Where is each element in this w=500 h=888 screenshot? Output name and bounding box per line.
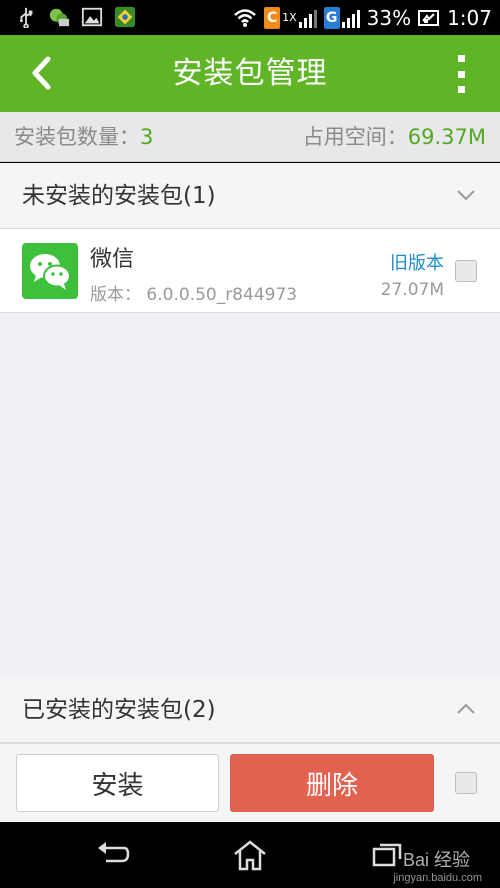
status-bar: C 1X G 33% 1:07	[0, 0, 500, 35]
carrier-c-icon: C	[264, 6, 281, 29]
app-notification-icon	[114, 6, 136, 28]
package-version: 版本： 6.0.0.50_r844973	[90, 285, 298, 305]
wechat-app-icon	[22, 243, 78, 299]
system-nav-bar: Bai 经验 jingyan.baidu.com	[0, 822, 500, 888]
storage-used-value: 69.37M	[407, 125, 486, 149]
select-all-checkbox[interactable]	[455, 772, 477, 794]
signal-icon-2	[341, 9, 360, 28]
empty-list-area	[0, 313, 500, 677]
install-button[interactable]: 安装	[16, 754, 219, 812]
section-uninstalled-title: 未安装的安装包(1)	[22, 183, 216, 209]
battery-percent: 33%	[366, 5, 412, 30]
battery-icon	[418, 9, 440, 26]
package-count-value: 3	[140, 125, 154, 149]
summary-bar: 安装包数量：3 占用空间：69.37M	[0, 112, 500, 162]
recents-nav-icon	[372, 843, 402, 867]
storage-used: 占用空间：69.37M	[303, 112, 486, 162]
package-count-label: 安装包数量：	[14, 125, 140, 149]
signal-icon	[298, 9, 317, 28]
clock: 1:07	[447, 5, 492, 30]
section-installed[interactable]: 已安装的安装包(2)	[0, 677, 500, 743]
app-header: 安装包管理	[0, 35, 500, 112]
old-version-tag: 旧版本	[390, 253, 444, 274]
action-bar: 安装 删除	[0, 743, 500, 822]
baidu-watermark: Bai 经验	[402, 850, 470, 870]
nav-back-button[interactable]	[87, 834, 137, 876]
more-vertical-icon	[457, 55, 465, 62]
back-button[interactable]	[20, 49, 64, 97]
package-size: 27.07M	[380, 280, 444, 300]
list-item[interactable]: 微信 版本： 6.0.0.50_r844973 旧版本 27.07M	[0, 229, 500, 313]
more-menu-button[interactable]	[444, 53, 478, 95]
chevron-down-icon	[457, 190, 475, 201]
package-name: 微信	[90, 247, 135, 272]
storage-used-label: 占用空间：	[302, 125, 408, 149]
back-nav-icon	[98, 842, 130, 863]
home-nav-icon	[234, 840, 266, 871]
package-checkbox[interactable]	[455, 260, 477, 282]
carrier-g-icon: G	[323, 6, 340, 29]
page-title: 安装包管理	[172, 56, 328, 91]
chevron-left-icon	[32, 56, 51, 90]
chevron-up-icon	[457, 703, 475, 714]
nav-home-button[interactable]	[225, 834, 275, 876]
delete-button[interactable]: 删除	[230, 754, 434, 812]
wechat-notification-icon	[49, 8, 70, 27]
usb-icon	[19, 7, 33, 28]
baidu-watermark-url: jingyan.baidu.com	[393, 872, 482, 884]
wifi-icon	[234, 8, 256, 27]
package-count: 安装包数量：3	[14, 112, 153, 162]
gallery-icon	[81, 7, 103, 27]
carrier-c-network: 1X	[282, 11, 297, 24]
section-installed-title: 已安装的安装包(2)	[22, 697, 216, 723]
section-uninstalled[interactable]: 未安装的安装包(1)	[0, 163, 500, 229]
